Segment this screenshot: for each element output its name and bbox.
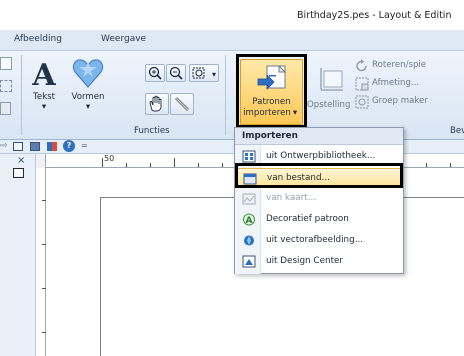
title-bar: Birthday2S.pes - Layout & Editin	[0, 0, 464, 30]
resize-item[interactable]: Afmeting...	[355, 76, 464, 92]
partial-left-buttons	[0, 57, 16, 119]
dropdown-header: Importeren	[235, 128, 403, 145]
heart-shape-icon	[72, 59, 104, 88]
menu-item-label: van kaart...	[266, 193, 317, 203]
menu-item-label: uit vectorafbeelding...	[266, 235, 364, 245]
layout-icon	[320, 68, 343, 91]
ruler-label-50: 50	[104, 154, 115, 163]
menu-item-vectorafbeelding[interactable]: uit vectorafbeelding...	[235, 231, 403, 250]
close-icon[interactable]: ×	[17, 155, 25, 166]
menu-item-decoratief-patroon[interactable]: A Decoratief patroon	[235, 210, 403, 229]
window-title: Birthday2S.pes - Layout & Editin	[297, 10, 452, 21]
svg-text:▾: ▾	[212, 70, 216, 79]
menu-item-van-kaart[interactable]: van kaart...	[235, 189, 403, 208]
ruler-tick	[174, 158, 175, 167]
ruler-tick	[222, 163, 223, 167]
ruler-tick	[198, 163, 199, 167]
pan-button[interactable]	[145, 93, 169, 115]
zoom-out-button[interactable]	[166, 64, 186, 82]
opstelling-label: Opstelling	[307, 100, 351, 110]
resize-icon	[355, 77, 369, 91]
measure-button[interactable]	[170, 93, 194, 115]
menu-item-label: Decoratief patroon	[266, 214, 349, 224]
tab-weergave[interactable]: Weergave	[101, 34, 146, 44]
tab-afbeelding[interactable]: Afbeelding	[14, 34, 62, 44]
svg-text:A: A	[31, 58, 56, 91]
vertical-ruler	[36, 168, 46, 356]
ruler-tick	[150, 163, 151, 167]
card-icon	[242, 193, 256, 205]
decorative-pattern-icon: A	[243, 213, 255, 226]
callout-patronen	[236, 54, 307, 128]
menu-item-label: uit Design Center	[266, 256, 344, 266]
dropdown-arrow-icon: ▾	[85, 102, 91, 112]
menu-item-design-center[interactable]: uit Design Center	[235, 252, 403, 271]
vormen-button[interactable]: Vormen ▾	[66, 55, 110, 121]
zoom-in-icon	[148, 66, 162, 80]
group-item[interactable]: Groep maker	[355, 94, 464, 110]
ruler-tick	[426, 163, 427, 167]
delete-icon[interactable]	[0, 102, 11, 115]
callout-van-bestand	[235, 163, 403, 188]
zoom-fit-icon: ▾	[192, 67, 216, 79]
rotate-icon	[356, 59, 367, 72]
customize-icon[interactable]: =	[81, 141, 88, 150]
zoom-in-button[interactable]	[145, 64, 165, 82]
measure-icon	[174, 96, 190, 112]
ruler-corner-icon	[36, 154, 46, 168]
resize-label: Afmeting...	[372, 78, 420, 88]
design-center-icon	[242, 255, 256, 268]
ribbon-separator	[21, 55, 22, 135]
tekst-label: Tekst	[33, 92, 55, 102]
text-a-icon: A	[31, 58, 56, 91]
ruler-tick	[102, 158, 103, 167]
nav-arrow-icon[interactable]: ⇨	[0, 141, 8, 151]
right-group-label: Bev	[450, 126, 464, 136]
menu-item-label: uit Ontwerpbibliotheek...	[266, 151, 376, 161]
panel-toggle-icon[interactable]	[13, 168, 24, 178]
menu-bar: Afbeelding Weergave	[0, 30, 464, 50]
palette-icon[interactable]	[47, 142, 57, 151]
rotate-item[interactable]: Roteren/spie	[355, 58, 464, 74]
import-dropdown-menu: Importeren uit Ontwerpbibliotheek... van…	[234, 127, 404, 274]
opstelling-button[interactable]: Opstelling	[307, 59, 353, 125]
group-label: Groep maker	[372, 96, 428, 106]
functies-group-label: Functies	[134, 126, 170, 136]
ruler-tick	[450, 163, 451, 167]
left-pane: ×	[0, 154, 36, 356]
group-icon	[355, 95, 369, 109]
tekst-button[interactable]: A Tekst ▾	[24, 55, 64, 121]
ribbon-separator	[225, 55, 226, 135]
vector-image-icon	[244, 235, 254, 246]
zoom-fit-button[interactable]: ▾	[189, 64, 219, 82]
ruler-tick	[126, 163, 127, 167]
svg-text:A: A	[246, 216, 253, 226]
zoom-out-icon	[169, 66, 183, 80]
hand-icon	[149, 95, 162, 112]
rotate-label: Roteren/spie	[372, 60, 427, 70]
grid-icon[interactable]	[13, 142, 23, 151]
align-icon[interactable]	[0, 80, 12, 92]
panel-icon[interactable]	[30, 142, 40, 151]
copy-icon[interactable]	[0, 57, 12, 70]
dropdown-arrow-icon: ▾	[41, 102, 47, 112]
library-icon	[242, 150, 256, 163]
help-icon[interactable]: ?	[63, 140, 75, 152]
vormen-label: Vormen	[71, 92, 105, 102]
